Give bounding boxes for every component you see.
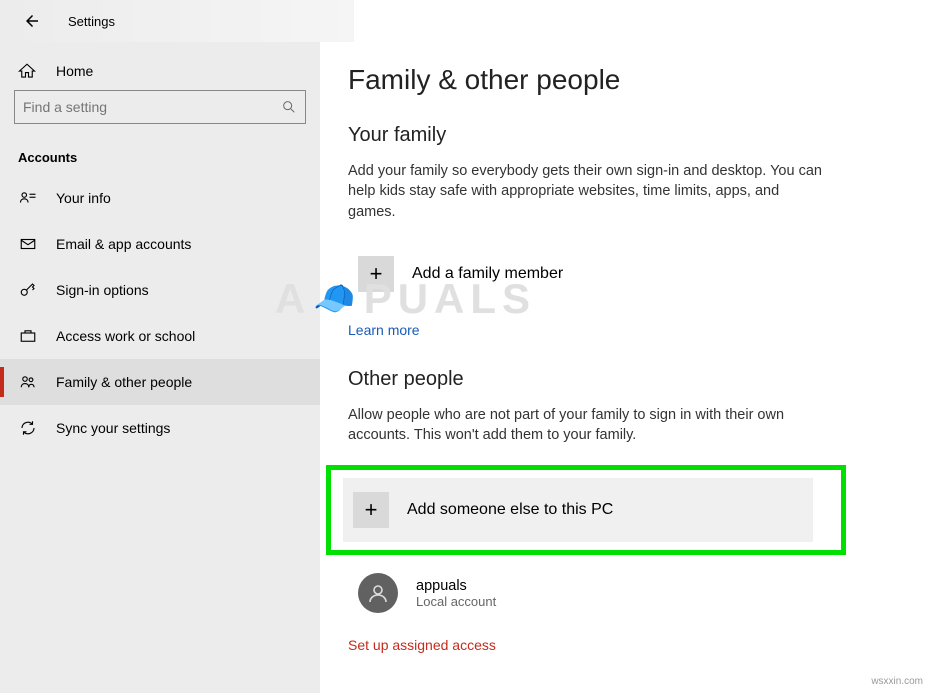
briefcase-icon	[18, 327, 38, 345]
sidebar-item-your-info[interactable]: Your info	[0, 175, 320, 221]
page-title: Family & other people	[348, 64, 903, 96]
sync-icon	[18, 419, 38, 437]
highlight-box: + Add someone else to this PC	[326, 465, 846, 555]
person-info-icon	[18, 189, 38, 207]
sidebar-home[interactable]: Home	[0, 52, 320, 90]
add-family-label: Add a family member	[412, 265, 563, 283]
key-icon	[18, 281, 38, 299]
back-button[interactable]	[16, 5, 48, 37]
sidebar-section-label: Accounts	[0, 136, 320, 175]
sidebar-item-work[interactable]: Access work or school	[0, 313, 320, 359]
back-arrow-icon	[23, 12, 41, 30]
attribution: wsxxin.com	[871, 676, 923, 687]
sidebar-item-email[interactable]: Email & app accounts	[0, 221, 320, 267]
sidebar: Home Accounts Your info Email & app acco…	[0, 42, 320, 693]
sidebar-item-sync[interactable]: Sync your settings	[0, 405, 320, 451]
sidebar-item-label: Sync your settings	[56, 420, 170, 436]
sidebar-item-label: Access work or school	[56, 328, 195, 344]
sidebar-home-label: Home	[56, 63, 93, 79]
titlebar: Settings	[0, 0, 931, 42]
sidebar-item-label: Email & app accounts	[56, 236, 191, 252]
sidebar-item-signin[interactable]: Sign-in options	[0, 267, 320, 313]
section-family-desc: Add your family so everybody gets their …	[348, 161, 828, 222]
account-row[interactable]: appuals Local account	[348, 567, 818, 619]
window-title: Settings	[68, 14, 115, 29]
content-area: Family & other people Your family Add yo…	[320, 42, 931, 693]
search-icon	[281, 99, 297, 115]
home-icon	[18, 62, 38, 80]
add-someone-else-button[interactable]: + Add someone else to this PC	[343, 478, 813, 542]
account-type: Local account	[416, 594, 496, 609]
plus-icon: +	[358, 256, 394, 292]
sidebar-item-label: Sign-in options	[56, 282, 149, 298]
sidebar-item-family[interactable]: Family & other people	[0, 359, 320, 405]
learn-more-link[interactable]: Learn more	[348, 322, 420, 338]
sidebar-item-label: Your info	[56, 190, 111, 206]
plus-icon: +	[353, 492, 389, 528]
section-other-desc: Allow people who are not part of your fa…	[348, 405, 828, 446]
add-someone-label: Add someone else to this PC	[407, 501, 613, 519]
account-name: appuals	[416, 578, 496, 594]
email-icon	[18, 235, 38, 253]
avatar-icon	[358, 573, 398, 613]
people-icon	[18, 373, 38, 391]
assigned-access-link[interactable]: Set up assigned access	[348, 637, 496, 653]
search-input[interactable]	[23, 99, 281, 115]
section-other-title: Other people	[348, 368, 903, 391]
section-family-title: Your family	[348, 124, 903, 147]
sidebar-item-label: Family & other people	[56, 374, 192, 390]
add-family-member-button[interactable]: + Add a family member	[348, 242, 818, 306]
search-box[interactable]	[14, 90, 306, 124]
